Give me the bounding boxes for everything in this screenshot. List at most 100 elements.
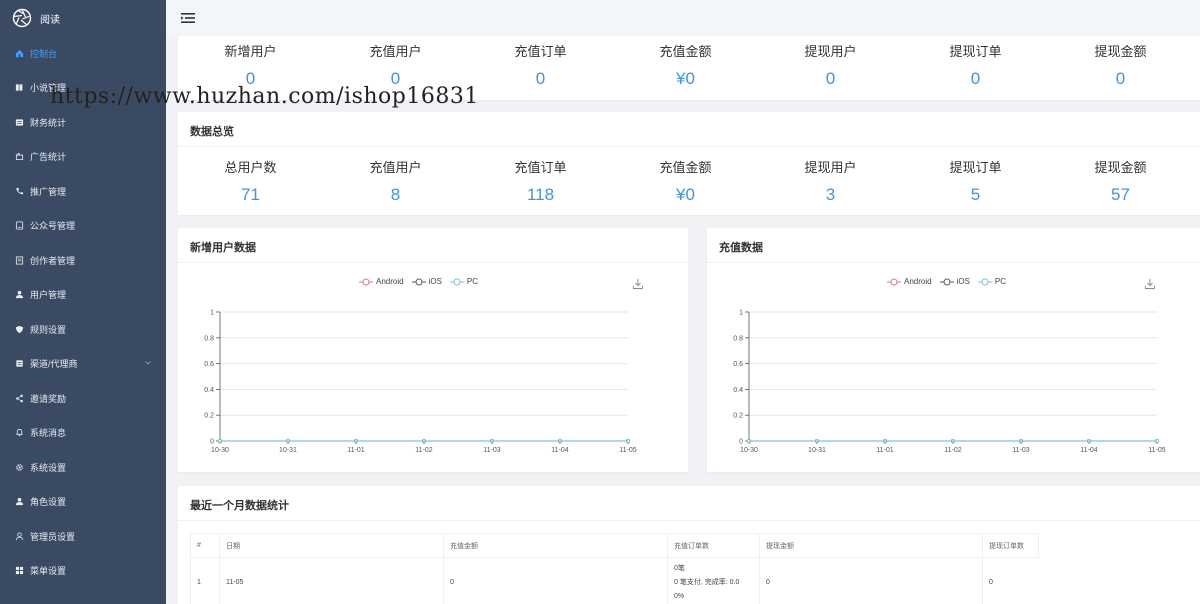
y-tick-label: 0.2 — [733, 413, 743, 420]
sidebar-item-label: 系统消息 — [30, 428, 67, 439]
sidebar-item[interactable]: 邀请奖励 — [0, 381, 166, 416]
y-tick-label: 0.4 — [733, 387, 743, 394]
stat-label: 充值订单 — [514, 44, 567, 59]
grid-icon — [14, 566, 24, 576]
sidebar-item-label: 财务统计 — [30, 117, 67, 128]
watermark: https://www.huzhan.com/ishop16831 — [50, 84, 479, 109]
sidebar-item-label: 公众号管理 — [30, 221, 76, 232]
stat-item: 总用户数 71 — [178, 157, 323, 205]
cell-withdraw-orders: 0 — [982, 557, 1039, 604]
chart-plot: 0 0.2 0.4 0.6 0.8 1 10-30 10-31 11-01 11-02 11-03 1… — [733, 310, 1166, 455]
stat-label: 新增用户 — [224, 44, 277, 59]
admin-icon — [14, 531, 24, 541]
sidebar-item[interactable]: 菜单设置 — [0, 554, 166, 589]
cell-recharge-amount: 0 — [443, 557, 668, 604]
stat-item: 提现订单 5 — [903, 157, 1048, 205]
sidebar-item[interactable]: 角色设置 — [0, 485, 166, 520]
y-tick-label: 0 — [739, 439, 743, 446]
stat-item: 新增用户 0 — [178, 41, 323, 89]
stat-value: 3 — [825, 185, 836, 204]
menu-toggle-icon[interactable] — [180, 10, 196, 26]
ad-icon — [14, 152, 24, 162]
chevron-down-icon — [144, 359, 152, 367]
sidebar-item[interactable]: 推广管理 — [0, 174, 166, 209]
stat-item: 提现用户 0 — [758, 41, 903, 89]
overview-panel: 数据总览 总用户数 71 充值用户 8 充值订单 118 充值金额 ¥0 提现用户 3 提现订单 5 提… — [178, 112, 1200, 215]
stat-value: 5 — [970, 185, 981, 204]
sidebar-item-label: 渠道/代理商 — [30, 359, 78, 370]
stat-item: 充值用户 0 — [323, 41, 468, 89]
sidebar-item[interactable]: 用户管理 — [0, 278, 166, 313]
x-tick-label: 11-01 — [347, 447, 364, 454]
y-tick-label: 1 — [210, 310, 214, 317]
stat-label: 充值用户 — [369, 44, 422, 59]
stat-label: 充值金额 — [659, 160, 712, 175]
sidebar-item-label: 用户管理 — [30, 290, 67, 301]
sidebar-item-label: 广告统计 — [30, 152, 67, 163]
column-header-date: 日期 — [219, 533, 444, 558]
sidebar-item[interactable]: 渠道/代理商 — [0, 347, 166, 382]
new-users-chart-panel: 新增用户数据 Android iOS PC 0 0.2 0.4 0.6 0.8 1 10-30 10… — [178, 228, 688, 472]
today-stats-row: 新增用户 0 充值用户 0 充值订单 0 充值金额 ¥0 提现用户 0 提现订单 0 提现金额 0 — [178, 41, 1200, 89]
y-tick-label: 0.6 — [733, 361, 743, 368]
column-header-withdraw-amount: 提现金额 — [759, 533, 983, 558]
stat-label: 充值金额 — [659, 44, 712, 59]
monthly-stats-title: 最近一个月数据统计 — [190, 500, 289, 512]
y-tick-label: 0.6 — [204, 361, 214, 368]
stat-item: 充值订单 118 — [468, 157, 613, 205]
role-icon — [14, 497, 24, 507]
sidebar-item[interactable]: 控制台 — [0, 36, 166, 71]
sidebar-item[interactable]: 财务统计 — [0, 105, 166, 140]
stat-item: 提现订单 0 — [903, 41, 1048, 89]
stat-item: 充值金额 ¥0 — [613, 41, 758, 89]
sidebar-item-label: 系统设置 — [30, 462, 67, 473]
stat-item: 充值用户 8 — [323, 157, 468, 205]
x-tick-label: 11-05 — [1148, 447, 1165, 454]
gear-icon — [14, 462, 24, 472]
cell-recharge-orders: 0笔 0 笔支付, 完成率: 0.0 0% — [667, 557, 760, 604]
sidebar-item[interactable]: 管理员设置 — [0, 519, 166, 554]
y-tick-label: 1 — [739, 310, 743, 317]
stat-value: 0 — [825, 69, 836, 88]
sidebar-item[interactable]: 创作者管理 — [0, 243, 166, 278]
cell-index: 1 — [190, 557, 220, 604]
stat-label: 提现金额 — [1094, 160, 1147, 175]
stat-value: 118 — [526, 185, 555, 204]
order-paid-rate: 0 笔支付, 完成率: 0.0 — [674, 578, 740, 586]
stat-item: 充值订单 0 — [468, 41, 613, 89]
order-count: 0笔 — [674, 564, 685, 572]
book-icon — [14, 83, 24, 93]
x-tick-label: 11-04 — [551, 447, 568, 454]
stat-value: ¥0 — [676, 185, 695, 204]
x-tick-label: 11-02 — [415, 447, 432, 454]
bell-icon — [14, 428, 24, 438]
sidebar-item[interactable]: 广告统计 — [0, 140, 166, 175]
divider — [178, 146, 1200, 147]
x-tick-label: 10-30 — [211, 447, 229, 454]
column-header-recharge-orders: 充值订单数 — [667, 533, 760, 558]
cell-withdraw-amount: 0 — [759, 557, 983, 604]
stat-label: 提现金额 — [1094, 44, 1147, 59]
creator-icon — [14, 255, 24, 265]
y-tick-label: 0.8 — [204, 335, 214, 342]
brand[interactable]: 阅读 — [0, 0, 166, 36]
y-tick-label: 0.2 — [204, 413, 214, 420]
sidebar-nav: 控制台 小说管理 财务统计 广告统计 推广管理 公众号管理 创作者管理 用户管理 规则设置 渠道/… — [0, 36, 166, 588]
sidebar-item-label: 菜单设置 — [30, 566, 67, 577]
x-tick-label: 11-03 — [483, 447, 500, 454]
x-tick-label: 11-01 — [876, 447, 893, 454]
column-header-withdraw-orders: 提现订单数 — [982, 533, 1039, 558]
sidebar-item[interactable]: 系统消息 — [0, 416, 166, 451]
stat-label: 充值订单 — [514, 160, 567, 175]
sidebar-item[interactable]: 规则设置 — [0, 312, 166, 347]
column-header-index: # — [190, 533, 220, 558]
sidebar-item-label: 控制台 — [30, 48, 58, 59]
account-icon — [14, 221, 24, 231]
stat-item: 提现金额 0 — [1048, 41, 1193, 89]
sidebar-item[interactable]: 系统设置 — [0, 450, 166, 485]
stat-item: 提现用户 3 — [758, 157, 903, 205]
cell-date: 11-05 — [219, 557, 444, 604]
stat-label: 提现订单 — [949, 160, 1002, 175]
stat-item: 提现金额 57 — [1048, 157, 1193, 205]
sidebar-item[interactable]: 公众号管理 — [0, 209, 166, 244]
